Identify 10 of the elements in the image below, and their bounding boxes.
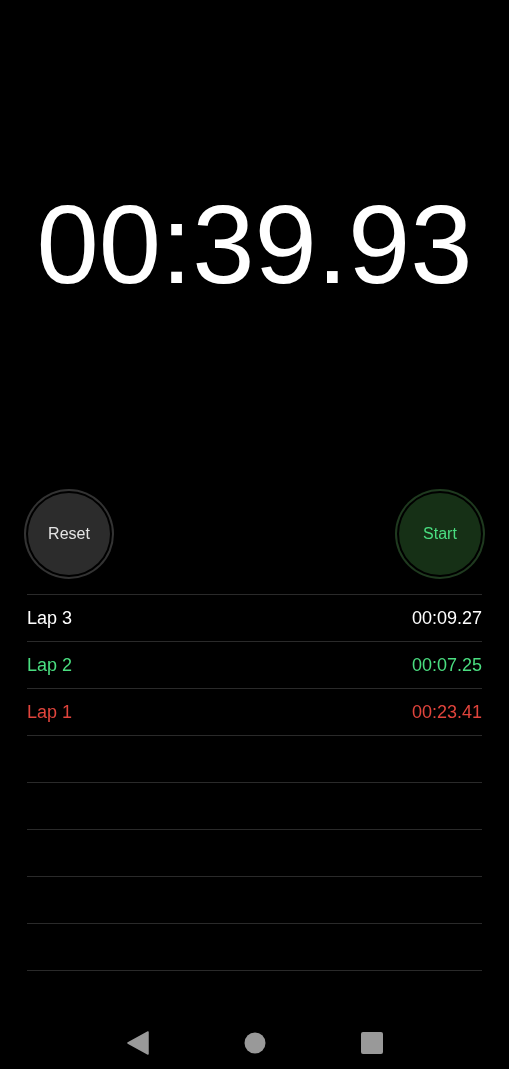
lap-time: 00:07.25 [411, 653, 482, 677]
home-icon[interactable] [243, 1032, 266, 1054]
overview-icon[interactable] [360, 1032, 383, 1054]
lap-time: 00:09.27 [411, 606, 482, 630]
lap-label: Lap 2 [27, 653, 73, 677]
lap-label: Lap 1 [27, 700, 73, 724]
stopwatch-time: 00:39.93 [36, 181, 473, 309]
lap-label: Lap 3 [27, 606, 73, 630]
back-icon[interactable] [126, 1031, 149, 1055]
lap-time: 00:23.41 [411, 700, 482, 724]
